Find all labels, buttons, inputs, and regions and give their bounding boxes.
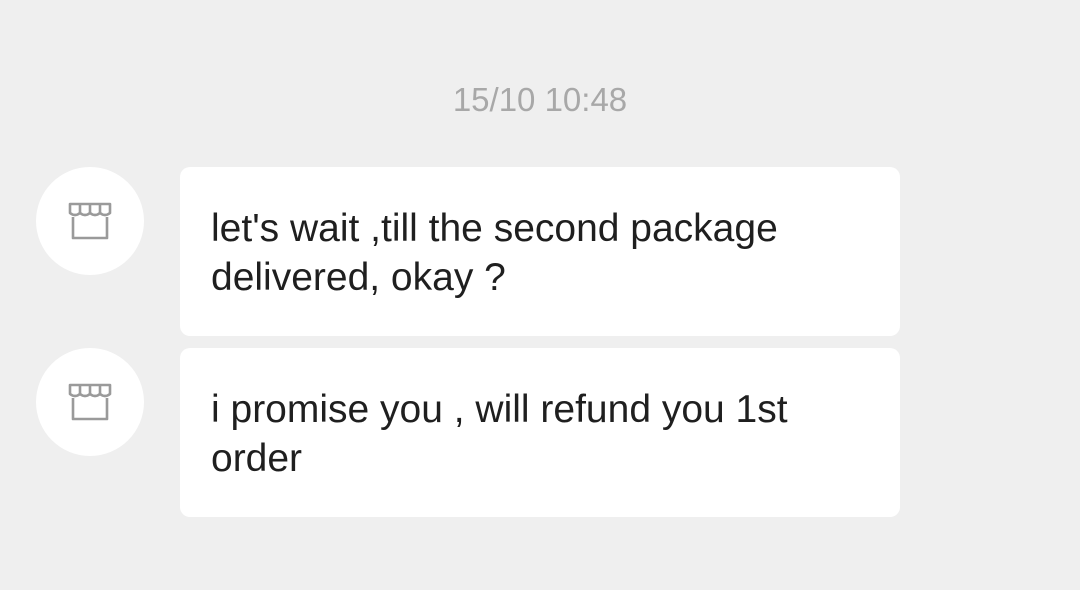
message-bubble[interactable]: i promise you , will refund you 1st orde… [180, 348, 900, 517]
message-row: let's wait ,till the second package deli… [0, 167, 1080, 337]
message-row: i promise you , will refund you 1st orde… [0, 348, 1080, 518]
store-icon [68, 202, 112, 240]
message-timestamp: 15/10 10:48 [452, 81, 628, 118]
message-text: let's wait ,till the second package deli… [211, 207, 778, 299]
seller-avatar[interactable] [36, 167, 144, 275]
message-bubble[interactable]: let's wait ,till the second package deli… [180, 167, 900, 336]
store-icon [68, 383, 112, 421]
message-text: i promise you , will refund you 1st orde… [211, 388, 788, 480]
seller-avatar[interactable] [36, 348, 144, 456]
